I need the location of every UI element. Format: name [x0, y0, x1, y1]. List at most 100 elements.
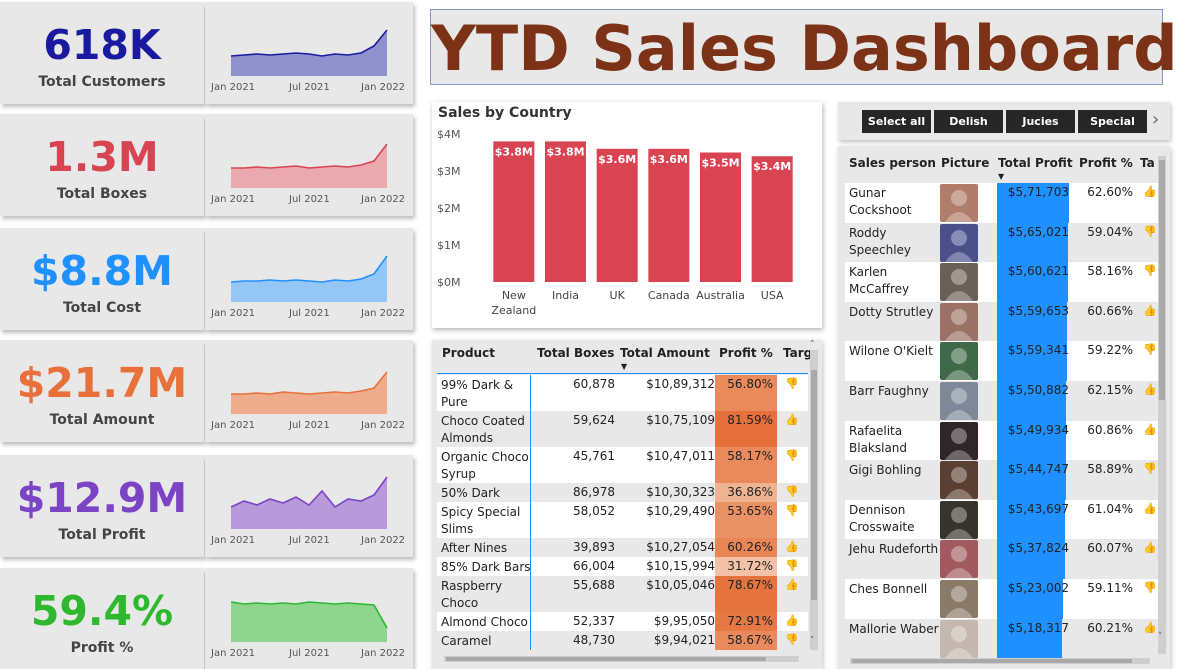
slicer-delish[interactable]: Delish: [934, 110, 1003, 133]
product-horizontal-scrollbar[interactable]: [444, 656, 799, 662]
col-header-total-amount[interactable]: Total Amount: [620, 346, 710, 360]
table-row[interactable]: Wilone O'Kielt $5,59,341 59.22% 👎: [845, 341, 1163, 382]
col-header-total-boxes[interactable]: Total Boxes: [537, 346, 614, 360]
person-horizontal-scrollbar[interactable]: [850, 658, 1150, 664]
sparkline-chart[interactable]: [205, 455, 413, 535]
slicer-special[interactable]: Special: [1078, 110, 1147, 133]
sales-person-name: Roddy Speechley: [849, 225, 912, 257]
avatar: [940, 540, 978, 579]
sparkline-chart[interactable]: [205, 2, 413, 82]
col-header-sales-person[interactable]: Sales person: [849, 156, 936, 170]
sales-by-country-chart[interactable]: $0M $1M $2M $3M $4M $3.8M New Zealand $3.8M India…: [432, 102, 822, 328]
table-row[interactable]: Caramel 48,730 $9,94,021 58.67% 👎: [437, 631, 808, 650]
table-row[interactable]: Choco Coated Almonds 59,624 $10,75,109 81.5…: [437, 411, 808, 447]
y-tick-label: $2M: [437, 202, 461, 215]
sparkline-chart[interactable]: [205, 340, 413, 420]
x-category-label: New: [502, 289, 526, 302]
table-row[interactable]: Rafaelita Blaksland $5,49,934 60.86% 👍: [845, 420, 1163, 461]
product-vertical-scrollbar[interactable]: [810, 350, 818, 650]
kpi-card[interactable]: $12.9M Total Profit: [0, 455, 204, 557]
col-header-target[interactable]: Ta: [1140, 156, 1155, 170]
table-row[interactable]: Roddy Speechley $5,65,021 59.04% 👎: [845, 222, 1163, 263]
table-row[interactable]: Gigi Bohling $5,44,747 58.89% 👎: [845, 460, 1163, 501]
product-slicer[interactable]: Select all Delish Jucies Special ›: [838, 102, 1170, 140]
kpi-card[interactable]: 1.3M Total Boxes: [0, 114, 204, 216]
col-header-picture[interactable]: Picture: [941, 156, 989, 170]
person-hscroll-thumb[interactable]: [852, 659, 1132, 663]
slicer-next-arrow-icon[interactable]: ›: [1152, 109, 1159, 130]
sparkline-card[interactable]: Jan 2021 Jul 2021 Jan 2022: [205, 455, 413, 557]
kpi-label: Total Cost: [62, 300, 142, 316]
table-row[interactable]: Barr Faughny $5,50,882 62.15% 👍: [845, 381, 1163, 421]
slicer-jucies[interactable]: Jucies: [1006, 110, 1075, 133]
sparkline-card[interactable]: Jan 2021 Jul 2021 Jan 2022: [205, 340, 413, 442]
col-header-target[interactable]: Targ: [783, 346, 812, 360]
profit-pct-cell: 62.60%: [1087, 185, 1133, 199]
product-table-card[interactable]: Product Total Boxes Total Amount ▼ Profi…: [432, 340, 822, 669]
profit-pct-cell: 53.65%: [715, 502, 777, 538]
sales-person-table-card[interactable]: Sales person Picture Total Profit ▼ Prof…: [838, 146, 1170, 669]
sparkline-axis-label: Jan 2022: [361, 308, 406, 319]
sparkline-axis-label: Jan 2021: [211, 648, 256, 659]
kpi-card[interactable]: 618K Total Customers: [0, 2, 204, 104]
y-tick-label: $3M: [437, 165, 461, 178]
kpi-card[interactable]: 59.4% Profit %: [0, 568, 204, 669]
sparkline-card[interactable]: Jan 2021 Jul 2021 Jan 2022: [205, 568, 413, 669]
profit-pct-cell: 81.59%: [715, 411, 777, 447]
kpi-card[interactable]: $21.7M Total Amount: [0, 340, 204, 442]
col-header-profit-pct[interactable]: Profit %: [1079, 156, 1133, 170]
total-profit-cell: $5,37,824: [1007, 541, 1069, 556]
table-row[interactable]: Spicy Special Slims 58,052 $10,29,490 53.65…: [437, 502, 808, 538]
table-row[interactable]: Karlen McCaffrey $5,60,621 58.16% 👎: [845, 262, 1163, 303]
profit-pct-cell: 60.86%: [1087, 422, 1133, 437]
table-row[interactable]: Organic Choco Syrup 45,761 $10,47,011 58.17…: [437, 447, 808, 483]
product-hscroll-thumb[interactable]: [446, 657, 766, 661]
sparkline-chart[interactable]: [205, 114, 413, 194]
kpi-card[interactable]: $8.8M Total Cost: [0, 228, 204, 330]
table-row[interactable]: 85% Dark Bars 66,004 $10,15,994 31.72% 👎: [437, 557, 808, 576]
table-row[interactable]: 50% Dark Bites86,978$10,30,32336.86%👎: [437, 483, 808, 517]
sparkline-line: [230, 29, 388, 57]
person-vertical-scrollbar[interactable]: [1158, 156, 1166, 654]
table-row[interactable]: Jehu Rudeforth $5,37,824 60.07% 👍: [845, 539, 1163, 580]
target-thumb-icon: 👎: [1143, 264, 1157, 278]
sort-desc-icon: ▼: [621, 362, 628, 371]
sales-by-country-card[interactable]: Sales by Country $0M $1M $2M $3M $4M $3.8M New…: [432, 102, 822, 328]
table-row[interactable]: After Nines 39,893 $10,27,054 60.26% 👍: [437, 538, 808, 557]
table-row[interactable]: Almond Choco 52,337 $9,95,050 72.91% 👍: [437, 612, 808, 631]
y-tick-label: $4M: [437, 128, 461, 141]
col-header-total-profit[interactable]: Total Profit: [998, 156, 1073, 170]
scroll-down-icon[interactable]: ˅: [810, 636, 815, 646]
total-amount-cell: $10,05,046: [646, 578, 715, 592]
sparkline-card[interactable]: Jan 2021 Jul 2021 Jan 2022: [205, 114, 413, 216]
kpi-label: Total Profit: [58, 527, 146, 543]
total-profit-cell: $5,44,747: [1007, 462, 1069, 477]
sparkline-card[interactable]: Jan 2021 Jul 2021 Jan 2022: [205, 2, 413, 104]
country-bar: [700, 152, 741, 282]
product-name: After Nines: [441, 541, 508, 555]
table-row[interactable]: Dennison Crosswaite $5,43,697 61.04% 👍: [845, 499, 1163, 540]
table-row[interactable]: Raspberry Choco 55,688 $10,05,046 78.67% 👍: [437, 576, 808, 612]
total-amount-cell: $9,95,050: [653, 614, 715, 628]
sparkline-card[interactable]: Jan 2021 Jul 2021 Jan 2022: [205, 228, 413, 330]
sparkline-chart[interactable]: [205, 568, 413, 648]
table-row[interactable]: Dotty Strutley $5,59,653 60.66% 👍: [845, 301, 1163, 342]
country-bar: [493, 141, 535, 282]
product-scroll-thumb[interactable]: [811, 370, 817, 600]
table-row[interactable]: 99% Dark & Pure 60,878 $10,89,312 56.80% 👎: [437, 375, 808, 411]
table-row[interactable]: Gunar Cockshoot $5,71,703 62.60% 👍: [845, 183, 1163, 223]
table-row[interactable]: Ches Bonnell $5,23,002 59.11% 👎: [845, 579, 1163, 619]
avatar: [940, 500, 978, 539]
country-bar: [648, 148, 690, 282]
kpi-label: Total Customers: [38, 74, 166, 90]
scroll-up-icon[interactable]: ˄: [810, 340, 815, 350]
sparkline-axis-label: Jul 2021: [289, 535, 330, 546]
person-scroll-thumb[interactable]: [1159, 160, 1165, 400]
scroll-down-icon[interactable]: ˅: [1158, 632, 1163, 642]
sparkline-chart[interactable]: [205, 228, 413, 308]
table-row[interactable]: Mallorie Waber $5,18,317 60.21% 👍: [845, 618, 1163, 659]
product-name: Choco Coated Almonds: [441, 414, 525, 445]
col-header-profit-pct[interactable]: Profit %: [719, 346, 773, 360]
col-header-product[interactable]: Product: [442, 346, 495, 360]
slicer-select-all[interactable]: Select all: [862, 110, 931, 133]
